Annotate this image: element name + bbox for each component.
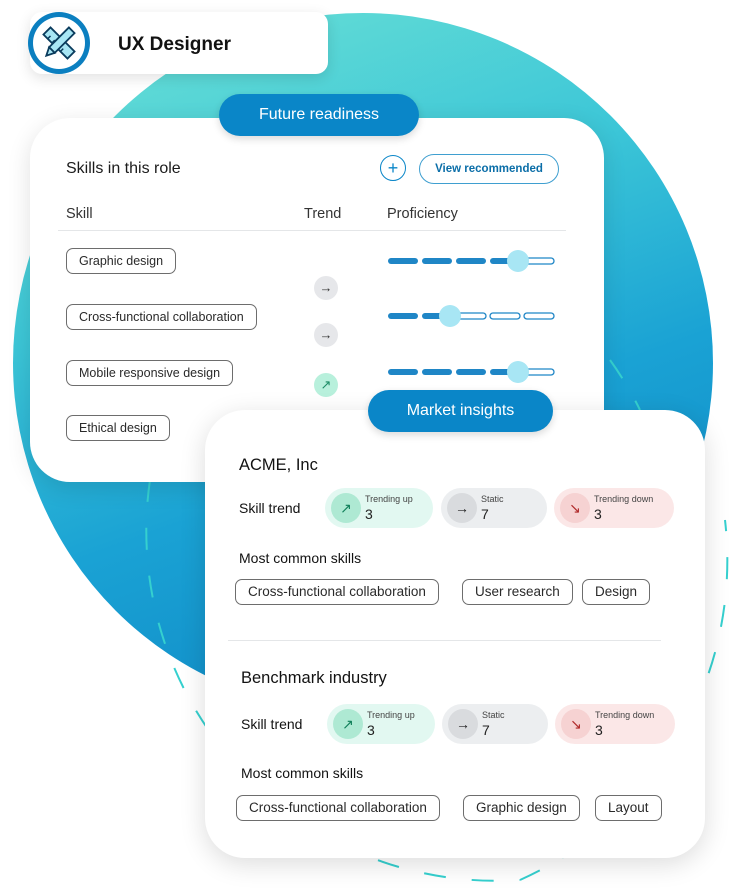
proficiency-segment (523, 312, 555, 320)
role-title: UX Designer (118, 34, 231, 55)
proficiency-segment (388, 258, 418, 264)
trend-up-pill: ↗ Trending up 3 (327, 704, 435, 744)
tab-market-insights[interactable]: Market insights (368, 390, 553, 432)
company-title: ACME, Inc (239, 456, 318, 474)
common-skill-tag[interactable]: Layout (595, 795, 662, 821)
trend-down-pill: ↘ Trending down 3 (555, 704, 675, 744)
column-header-proficiency: Proficiency (387, 206, 458, 222)
most-common-skills-label: Most common skills (239, 550, 362, 566)
trend-up-pill: ↗ Trending up 3 (325, 488, 433, 528)
proficiency-sliders[interactable] (385, 246, 560, 386)
trending-up-icon: ↗ (331, 493, 361, 523)
trend-static-icon: → (314, 276, 338, 300)
common-skill-tag[interactable]: Graphic design (463, 795, 580, 821)
trend-down-pill: ↘ Trending down 3 (554, 488, 674, 528)
skill-chip[interactable]: Graphic design (66, 248, 177, 274)
skill-trend-label: Skill trend (239, 500, 301, 516)
proficiency-segment (456, 369, 486, 375)
proficiency-segment (456, 258, 486, 264)
market-insights-card: ACME, Inc Skill trend ↗ Trending up 3 → … (205, 410, 705, 858)
proficiency-segment (489, 312, 521, 320)
role-icon-badge (28, 12, 90, 74)
add-skill-button[interactable]: + (380, 155, 406, 181)
section-divider (228, 640, 661, 641)
column-header-trend: Trend (304, 206, 342, 222)
proficiency-segment (422, 258, 452, 264)
ruler-pencil-icon (42, 26, 76, 60)
trending-up-icon: ↗ (333, 709, 363, 739)
header-divider (58, 230, 566, 231)
proficiency-segment (388, 369, 418, 375)
proficiency-segment (388, 313, 418, 319)
proficiency-slider (388, 250, 555, 272)
slider-thumb (507, 250, 529, 272)
common-skill-tag[interactable]: Cross-functional collaboration (235, 579, 439, 605)
most-common-skills-label: Most common skills (241, 765, 364, 781)
trend-up-icon: ↗ (314, 373, 338, 397)
skill-chip[interactable]: Ethical design (66, 415, 170, 441)
arrow-right-icon: → (447, 493, 477, 523)
trending-down-icon: ↘ (560, 493, 590, 523)
view-recommended-button[interactable]: View recommended (419, 154, 559, 184)
skill-chip[interactable]: Mobile responsive design (66, 360, 234, 386)
role-header-card: UX Designer (28, 12, 328, 74)
trend-static-icon: → (314, 323, 338, 347)
proficiency-segment (422, 369, 452, 375)
column-header-skill: Skill (66, 206, 93, 222)
company-title: Benchmark industry (241, 669, 387, 687)
common-skill-tag[interactable]: Cross-functional collaboration (236, 795, 440, 821)
proficiency-slider (388, 305, 555, 327)
trend-static-pill: → Static 7 (441, 488, 547, 528)
arrow-right-icon: → (448, 709, 478, 739)
common-skill-tag[interactable]: User research (462, 579, 573, 605)
common-skill-tag[interactable]: Design (582, 579, 651, 605)
slider-thumb (439, 305, 461, 327)
proficiency-slider (388, 361, 555, 383)
slider-thumb (507, 361, 529, 383)
skills-title: Skills in this role (66, 160, 181, 177)
tab-future-readiness[interactable]: Future readiness (219, 94, 419, 136)
trending-down-icon: ↘ (561, 709, 591, 739)
skill-trend-label: Skill trend (241, 716, 303, 732)
skill-chip[interactable]: Cross-functional collaboration (66, 304, 257, 330)
trend-static-pill: → Static 7 (442, 704, 548, 744)
